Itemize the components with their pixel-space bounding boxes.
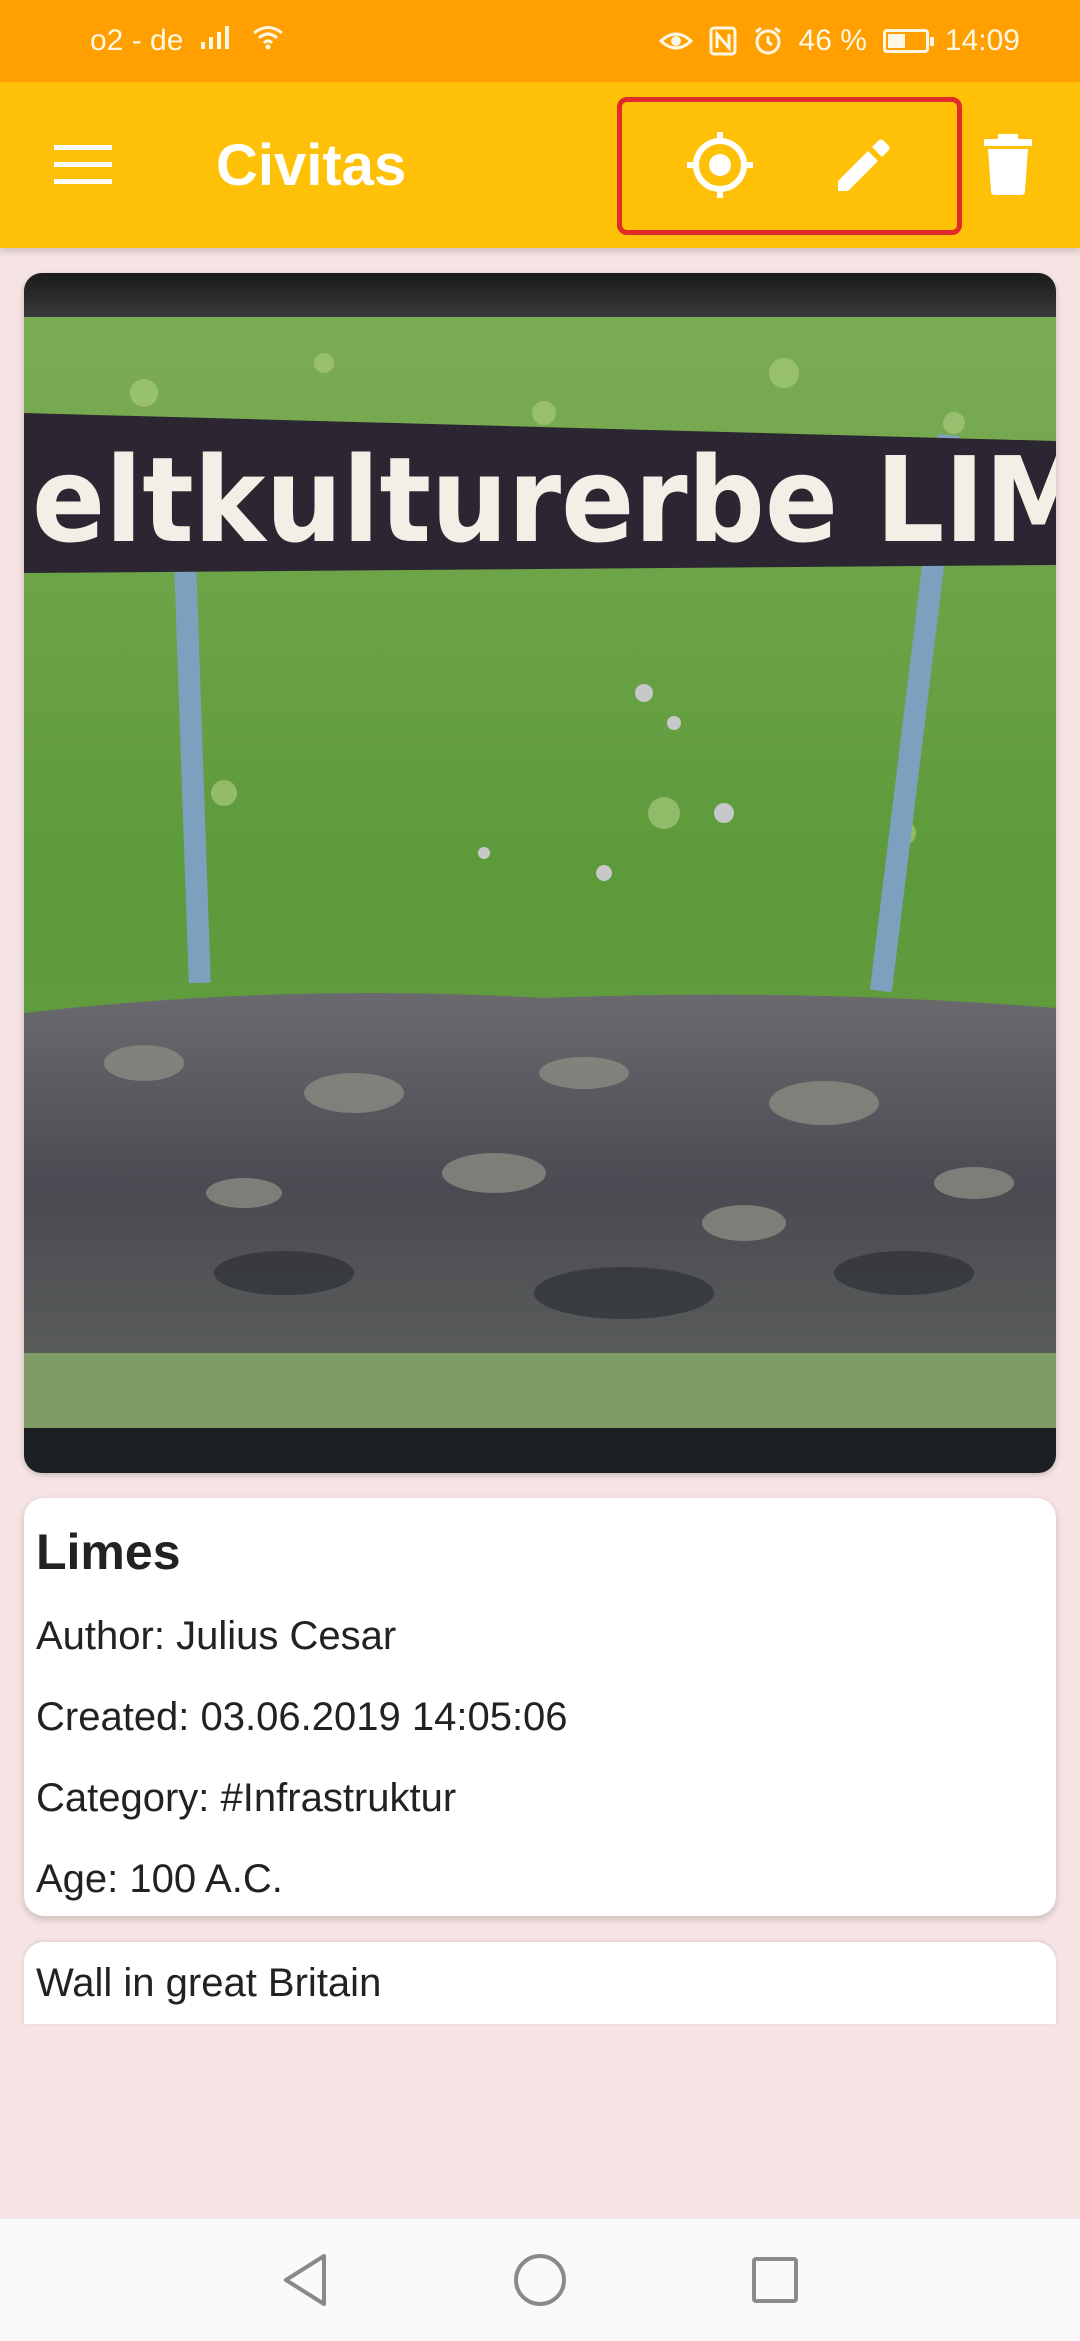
- back-icon: [284, 2254, 326, 2306]
- carrier-label: o2 - de: [90, 24, 184, 57]
- hamburger-menu-icon: [54, 145, 112, 184]
- alarm-icon: [753, 26, 783, 56]
- locate-button[interactable]: [676, 121, 764, 209]
- locate-icon: [687, 132, 753, 198]
- clock: 14:09: [944, 24, 1020, 57]
- eye-icon: [658, 29, 693, 53]
- home-button[interactable]: [500, 2240, 580, 2320]
- wifi-icon: [251, 24, 285, 58]
- nfc-icon: [709, 26, 737, 56]
- place-title: Limes: [36, 1524, 181, 1580]
- delete-icon: [984, 134, 1032, 195]
- app-bar: Civitas: [0, 82, 1080, 248]
- created-line: Created: 03.06.2019 14:05:06: [36, 1695, 568, 1739]
- recents-icon: [752, 2257, 798, 2303]
- recents-button[interactable]: [735, 2240, 815, 2320]
- info-card: Limes Author: Julius Cesar Created: 03.0…: [24, 1498, 1056, 1916]
- photo-illustration: eltkulturerbe LIM: [24, 273, 1056, 1473]
- battery-icon: [882, 29, 934, 53]
- status-bar: o2 - de 46 % 14:09: [0, 0, 1080, 82]
- app-title: Civitas: [216, 132, 407, 198]
- sign-text: eltkulturerbe LIM: [32, 431, 1056, 569]
- description-text: Wall in great Britain: [36, 1961, 382, 2005]
- status-left: o2 - de: [90, 24, 285, 58]
- edit-button[interactable]: [820, 121, 908, 209]
- place-photo[interactable]: eltkulturerbe LIM: [24, 273, 1056, 1473]
- menu-button[interactable]: [44, 127, 124, 203]
- delete-button[interactable]: [964, 121, 1052, 209]
- category-line: Category: #Infrastruktur: [36, 1776, 457, 1820]
- signal-icon: [199, 24, 235, 58]
- age-line: Age: 100 A.C.: [36, 1857, 283, 1901]
- navigation-bar: [0, 2218, 1080, 2341]
- battery-percent: 46 %: [798, 24, 867, 57]
- home-icon: [514, 2254, 566, 2306]
- author-line: Author: Julius Cesar: [36, 1614, 397, 1658]
- description-card: Wall in great Britain: [24, 1942, 1056, 2024]
- battery-fill: [887, 34, 905, 48]
- status-right: 46 % 14:09: [658, 24, 1020, 58]
- back-button[interactable]: [265, 2240, 345, 2320]
- edit-icon: [838, 139, 890, 191]
- highlight-box: [617, 97, 962, 235]
